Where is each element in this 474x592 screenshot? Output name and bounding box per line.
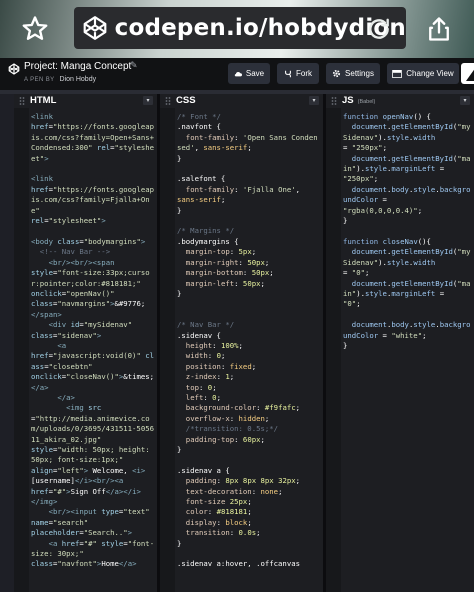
css-code[interactable]: /* Font */ .navfont { font-family: 'Open… (177, 112, 321, 570)
cloud-icon (234, 71, 242, 76)
fork-icon (285, 70, 291, 77)
chevron-down-icon[interactable]: ▾ (309, 96, 319, 105)
share-icon[interactable] (422, 12, 456, 46)
gear-icon (332, 69, 341, 78)
edit-pencil-icon[interactable]: ✎ (130, 61, 138, 71)
save-button[interactable]: Save (228, 63, 270, 84)
user-avatar-icon[interactable] (461, 63, 474, 84)
html-panel-header: HTML ▾ (14, 94, 157, 108)
author-link[interactable]: Dion Hobdy (60, 76, 97, 83)
codepen-header: Project: Manga Concept ✎ A PEN BY Dion H… (0, 58, 474, 90)
fork-label: Fork (296, 69, 312, 78)
codepen-logo-icon (82, 13, 109, 43)
star-icon[interactable] (18, 12, 52, 46)
line-gutter (326, 108, 341, 592)
js-title: JS (342, 95, 354, 106)
byline-prefix: A PEN BY (24, 77, 55, 83)
chevron-down-icon[interactable]: ▾ (460, 96, 470, 105)
drag-handle-icon[interactable] (331, 97, 337, 105)
html-code[interactable]: <link href="https://fonts.googleapis.com… (31, 112, 155, 570)
drag-handle-icon[interactable] (165, 97, 171, 105)
chevron-down-icon[interactable]: ▾ (143, 96, 153, 105)
js-panel-header: JS (Babel) ▾ (326, 94, 474, 108)
html-editor-panel[interactable]: HTML ▾ <link href="https://fonts.googlea… (14, 94, 157, 592)
css-panel-title: CSS (176, 95, 196, 106)
js-panel-title: JS (Babel) (342, 95, 375, 106)
settings-label: Settings (345, 69, 374, 78)
layout-icon (392, 69, 403, 78)
settings-button[interactable]: Settings (326, 63, 380, 84)
js-editor-panel[interactable]: JS (Babel) ▾ function openNav() { documen… (326, 94, 474, 592)
line-gutter (14, 108, 29, 592)
project-title[interactable]: Project: Manga Concept (24, 61, 131, 72)
html-panel-title: HTML (30, 95, 57, 106)
byline: A PEN BY Dion Hobdy (24, 76, 96, 83)
js-babel-label: (Babel) (357, 99, 376, 105)
address-bar[interactable]: codepen.io/hobdydion (74, 7, 406, 49)
css-editor-panel[interactable]: CSS ▾ /* Font */ .navfont { font-family:… (160, 94, 323, 592)
reload-icon[interactable] (362, 12, 396, 46)
line-gutter (160, 108, 175, 592)
save-label: Save (245, 69, 265, 78)
change-view-button[interactable]: Change View (387, 63, 459, 84)
drag-handle-icon[interactable] (19, 97, 25, 105)
css-panel-header: CSS ▾ (160, 94, 323, 108)
js-code[interactable]: function openNav() { document.getElement… (343, 112, 472, 351)
browser-toolbar: codepen.io/hobdydion (0, 0, 474, 58)
change-view-label: Change View (406, 69, 454, 78)
fork-button[interactable]: Fork (277, 63, 319, 84)
codepen-logo-icon[interactable] (8, 63, 20, 75)
